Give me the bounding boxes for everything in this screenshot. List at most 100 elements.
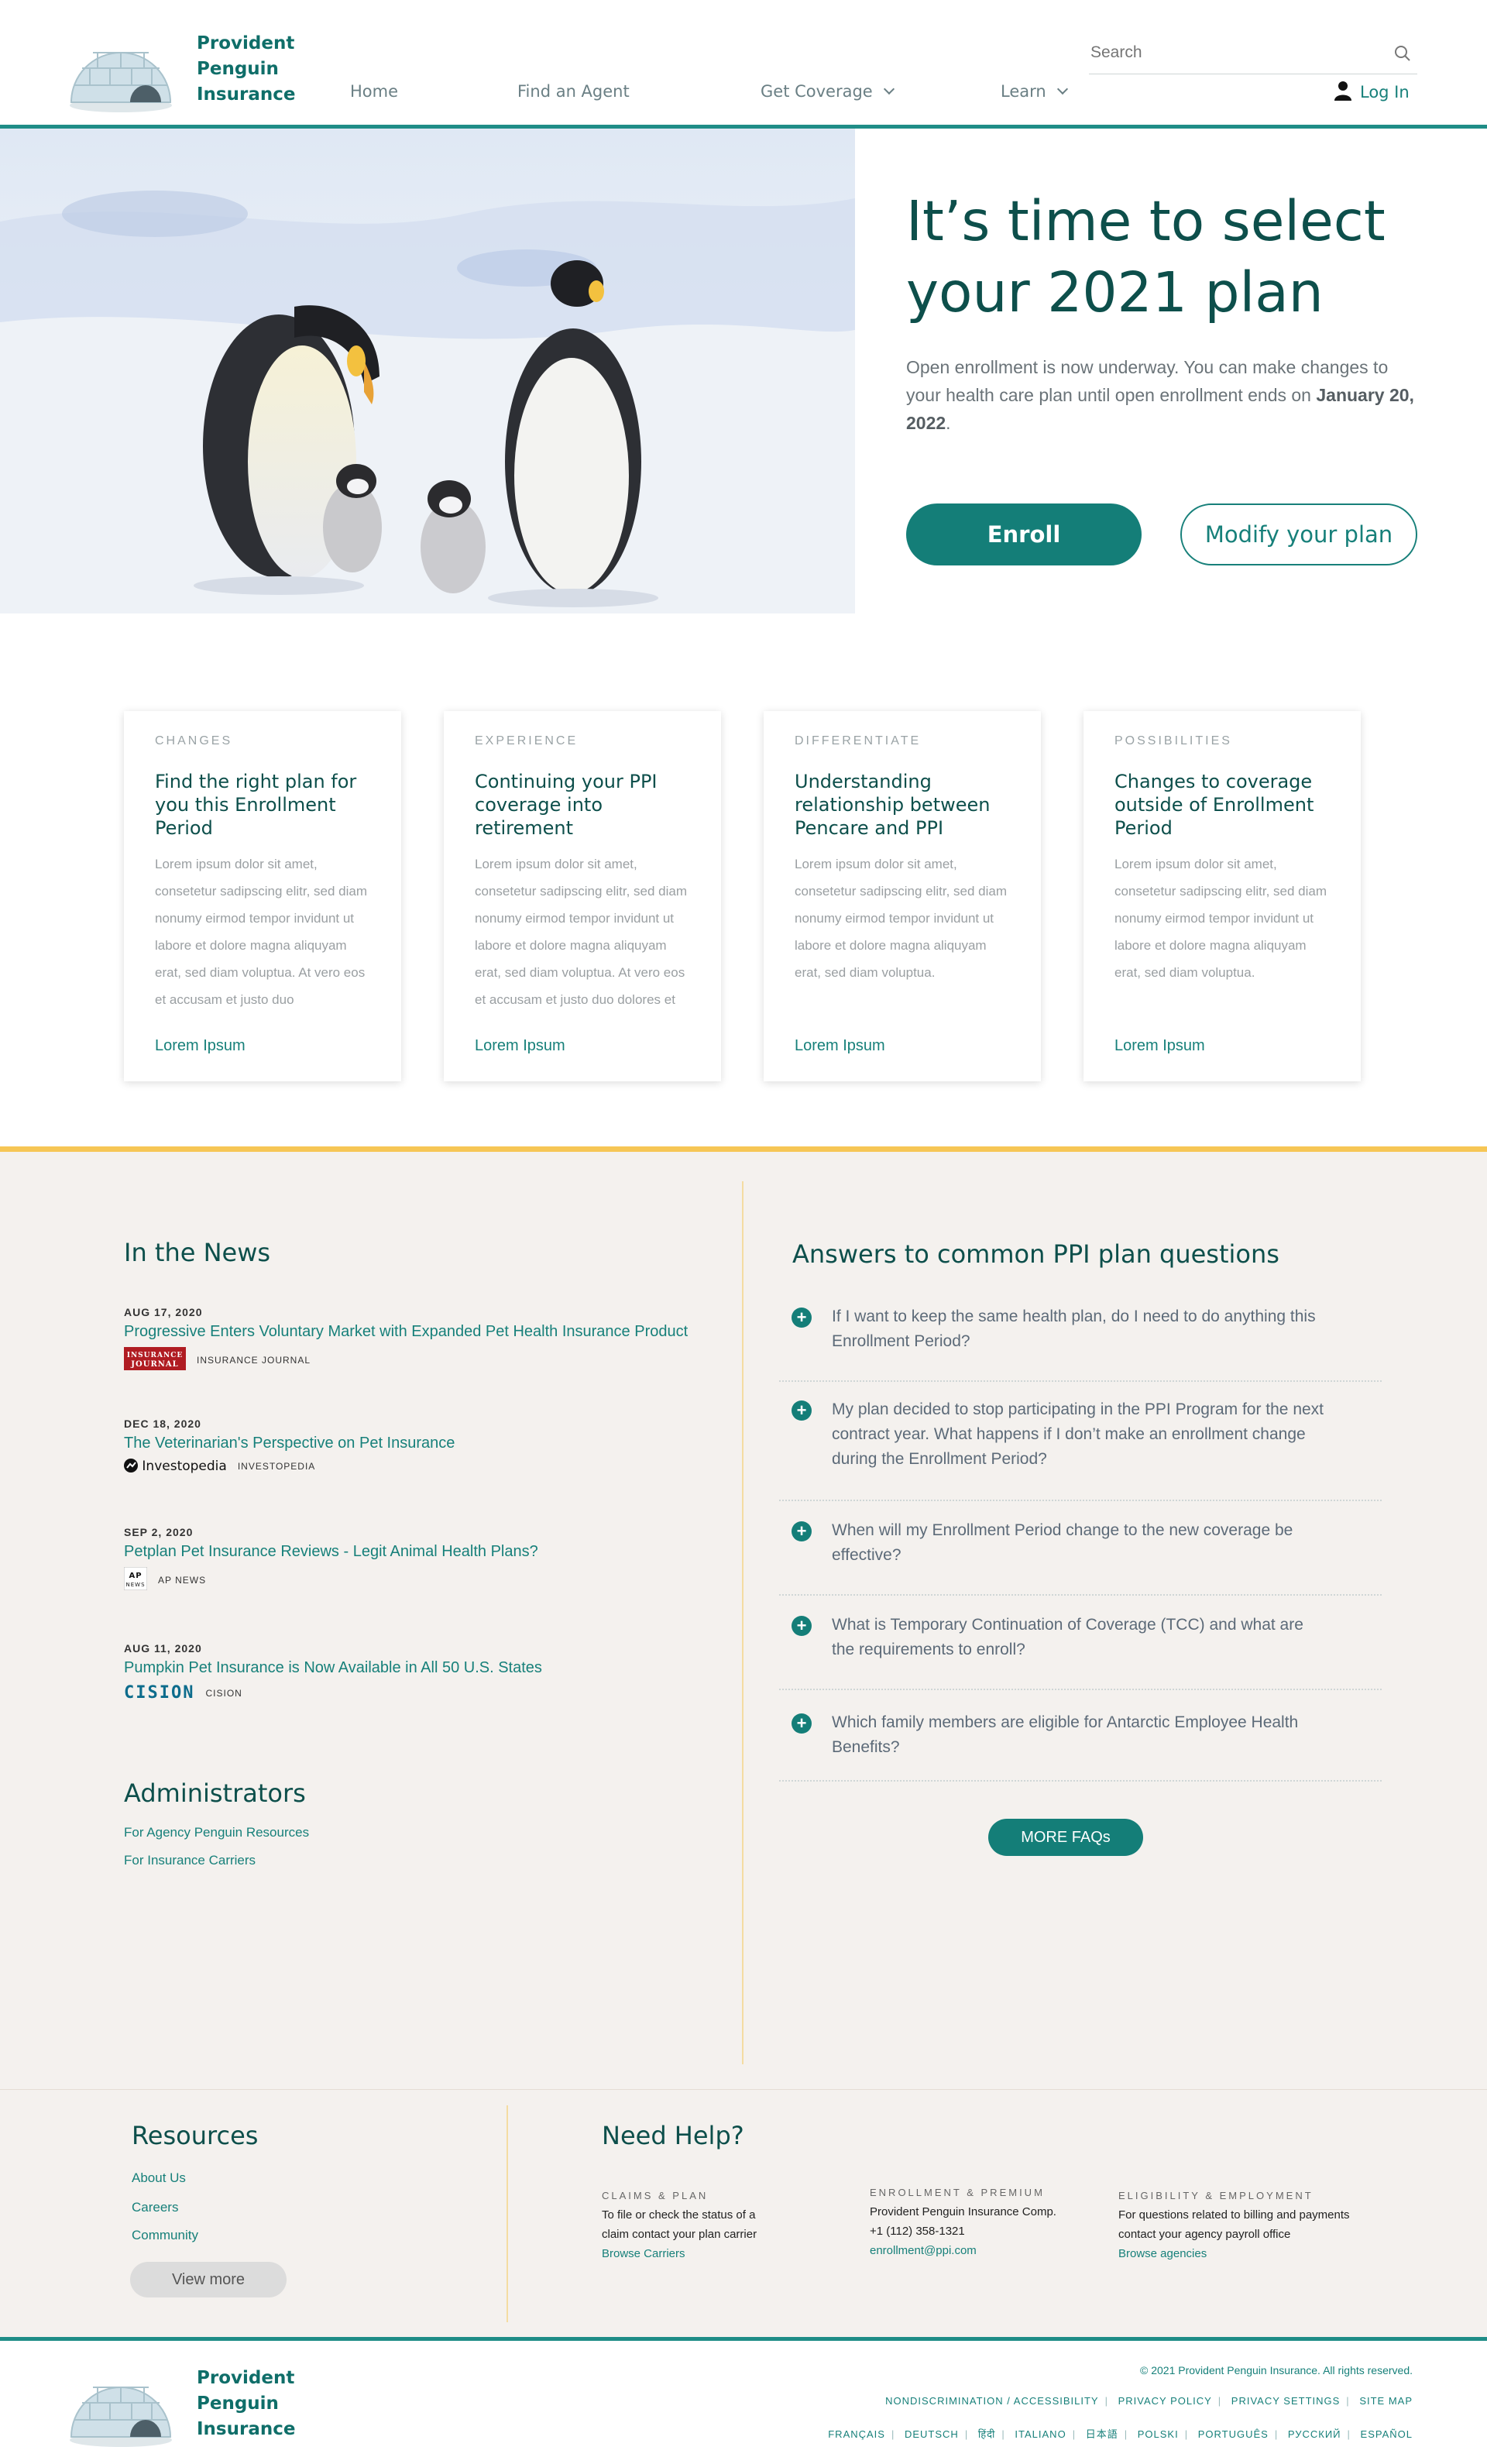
lang-spanish[interactable]: ESPAÑOL: [1361, 2428, 1413, 2440]
investopedia-mark-icon: [124, 1459, 138, 1473]
brand-name-line2: Penguin: [197, 2394, 279, 2414]
need-help-heading: Need Help?: [602, 2121, 744, 2150]
footer-link-privacy-settings[interactable]: PRIVACY SETTINGS: [1231, 2395, 1341, 2407]
plus-icon: +: [792, 1521, 812, 1541]
faq-question: My plan decided to stop participating in…: [832, 1400, 1324, 1468]
news-item: SEP 2, 2020 Petplan Pet Insurance Review…: [123, 1526, 713, 1593]
user-icon: [1334, 81, 1351, 101]
admin-link-carriers[interactable]: For Insurance Carriers: [124, 1853, 256, 1868]
news-headline[interactable]: Petplan Pet Insurance Reviews - Legit An…: [124, 1543, 713, 1561]
news-headline[interactable]: Progressive Enters Voluntary Market with…: [124, 1323, 713, 1341]
lang-polish[interactable]: POLSKI: [1138, 2428, 1179, 2440]
news-source-name: CISION: [205, 1687, 242, 1699]
help-enrollment: ENROLLMENT & PREMIUM Provident Penguin I…: [870, 2183, 1056, 2260]
card-title: Continuing your PPI coverage into retire…: [475, 771, 658, 839]
news-source-name: AP NEWS: [158, 1574, 207, 1586]
nav-find-agent[interactable]: Find an Agent: [517, 82, 630, 101]
faq-item[interactable]: + What is Temporary Continuation of Cove…: [779, 1610, 1382, 1690]
plus-icon: +: [792, 1308, 812, 1328]
faq-item[interactable]: + Which family members are eligible for …: [779, 1707, 1382, 1782]
card-title: Understanding relationship between Penca…: [795, 771, 991, 839]
more-faqs-button[interactable]: MORE FAQs: [988, 1819, 1143, 1856]
browse-agencies-link[interactable]: Browse agencies: [1118, 2244, 1350, 2263]
site-header: Provident Penguin Insurance Home Find an…: [0, 0, 1487, 129]
card-link[interactable]: Lorem Ipsum: [795, 1037, 885, 1055]
modify-plan-button[interactable]: Modify your plan: [1180, 503, 1417, 565]
login-link[interactable]: Log In: [1334, 81, 1410, 101]
lang-italian[interactable]: ITALIANO: [1015, 2428, 1066, 2440]
faq-item[interactable]: + My plan decided to stop participating …: [779, 1394, 1382, 1501]
news-item: AUG 11, 2020 Pumpkin Pet Insurance is No…: [124, 1642, 713, 1703]
card-body: Lorem ipsum dolor sit amet, consetetur s…: [795, 857, 1008, 980]
resource-link-about[interactable]: About Us: [132, 2170, 186, 2186]
news-heading: In the News: [124, 1238, 271, 1267]
nav-home[interactable]: Home: [350, 82, 398, 101]
news-source: AP NEWS AP NEWS: [123, 1566, 713, 1593]
news-headline[interactable]: The Veterinarian's Perspective on Pet In…: [124, 1435, 713, 1452]
card-tag: CHANGES: [155, 734, 233, 747]
svg-text:NEWS: NEWS: [125, 1582, 145, 1588]
plus-icon: +: [792, 1400, 812, 1421]
enroll-button[interactable]: Enroll: [906, 503, 1142, 565]
ap-news-logo: AP NEWS: [123, 1566, 148, 1593]
enrollment-email-link[interactable]: enrollment@ppi.com: [870, 2241, 1056, 2260]
administrators-heading: Administrators: [124, 1778, 306, 1808]
card-tag: EXPERIENCE: [475, 734, 579, 747]
lang-portuguese[interactable]: PORTUGUÊS: [1198, 2428, 1269, 2440]
footer-link-site-map[interactable]: SITE MAP: [1359, 2395, 1413, 2407]
brand-name-line1: Provident: [197, 2368, 295, 2388]
help-claims-label: CLAIMS & PLAN: [602, 2190, 709, 2201]
card-link[interactable]: Lorem Ipsum: [475, 1037, 565, 1055]
resource-link-careers[interactable]: Careers: [132, 2200, 178, 2215]
news-source-name: INSURANCE JOURNAL: [197, 1354, 311, 1366]
card-body: Lorem ipsum dolor sit amet, consetetur s…: [1114, 857, 1327, 980]
nav-find-agent-label: Find an Agent: [517, 82, 630, 101]
news-date: AUG 11, 2020: [124, 1642, 202, 1655]
view-more-button[interactable]: View more: [130, 2262, 287, 2297]
svg-text:INSURANCE: INSURANCE: [127, 1352, 184, 1359]
footer-links: NONDISCRIMINATION / ACCESSIBILITY | PRIVA…: [885, 2395, 1413, 2407]
brand-logo[interactable]: Provident Penguin Insurance: [67, 22, 314, 115]
nav-home-label: Home: [350, 82, 399, 101]
nav-learn[interactable]: Learn: [1001, 82, 1068, 101]
help-claims-line2: claim contact your plan carrier: [602, 2228, 757, 2241]
faq-question: When will my Enrollment Period change to…: [832, 1521, 1293, 1564]
login-label: Log In: [1360, 83, 1410, 101]
faq-item[interactable]: + When will my Enrollment Period change …: [779, 1515, 1382, 1596]
resource-link-community[interactable]: Community: [132, 2228, 198, 2243]
news-headline[interactable]: Pumpkin Pet Insurance is Now Available i…: [124, 1659, 713, 1677]
footer-link-privacy-policy[interactable]: PRIVACY POLICY: [1118, 2395, 1212, 2407]
chevron-down-icon: [883, 83, 895, 95]
hero-text-end: .: [946, 413, 951, 433]
lang-russian[interactable]: РУССКИЙ: [1288, 2428, 1341, 2440]
footer-link-accessibility[interactable]: NONDISCRIMINATION / ACCESSIBILITY: [885, 2395, 1098, 2407]
lang-hindi[interactable]: हिंदी: [978, 2428, 996, 2440]
card-link[interactable]: Lorem Ipsum: [155, 1037, 246, 1055]
card-tag: DIFFERENTIATE: [795, 734, 922, 747]
lang-french[interactable]: FRANÇAIS: [828, 2428, 885, 2440]
brand-name-line2: Penguin: [197, 59, 279, 79]
news-source-name: INVESTOPEDIA: [237, 1461, 316, 1472]
faq-item[interactable]: + If I want to keep the same health plan…: [779, 1301, 1382, 1382]
news-source: INSURANCE JOURNAL INSURANCE JOURNAL: [124, 1347, 713, 1373]
search-icon[interactable]: [1394, 45, 1411, 62]
brand-name-line1: Provident: [197, 33, 295, 53]
info-card-differentiate: DIFFERENTIATE Understanding relationship…: [764, 711, 1041, 1081]
insurance-journal-logo: INSURANCE JOURNAL: [124, 1347, 186, 1373]
lang-japanese[interactable]: 日本語: [1086, 2428, 1118, 2440]
browse-carriers-link[interactable]: Browse Carriers: [602, 2244, 757, 2263]
admin-link-agency[interactable]: For Agency Penguin Resources: [124, 1825, 309, 1840]
penguin-family-illustration: [0, 129, 855, 613]
igloo-logo-icon: [70, 52, 172, 112]
footer-brand-logo[interactable]: Provident Penguin Insurance: [67, 2356, 314, 2449]
search-input[interactable]: [1089, 37, 1383, 68]
nav-get-coverage[interactable]: Get Coverage: [761, 82, 895, 101]
card-link[interactable]: Lorem Ipsum: [1114, 1037, 1205, 1055]
section-divider: [507, 2105, 508, 2322]
news-date: SEP 2, 2020: [124, 1526, 194, 1538]
lang-german[interactable]: DEUTSCH: [905, 2428, 959, 2440]
cision-logo-text: CISION: [124, 1683, 195, 1703]
news-item: AUG 17, 2020 Progressive Enters Voluntar…: [124, 1306, 713, 1373]
plus-icon: +: [792, 1713, 812, 1734]
info-card-experience: EXPERIENCE Continuing your PPI coverage …: [444, 711, 721, 1081]
